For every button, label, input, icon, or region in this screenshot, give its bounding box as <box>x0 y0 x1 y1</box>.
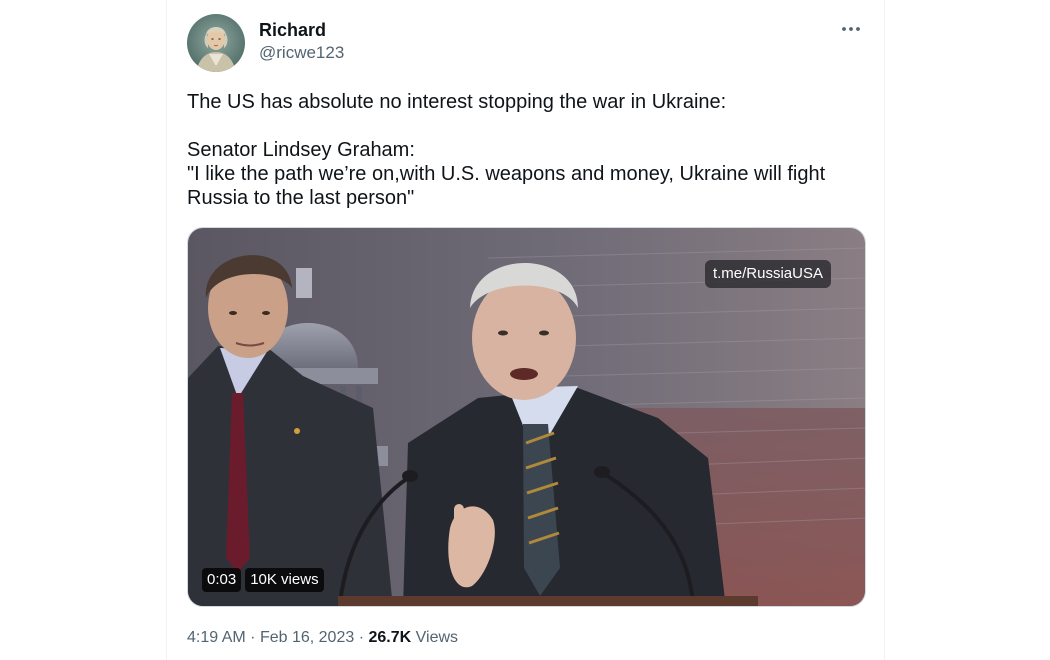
more-options-button[interactable] <box>840 18 862 40</box>
author-display-name[interactable]: Richard <box>259 18 344 42</box>
video-views-badge: 10K views <box>245 568 324 592</box>
video-duration-badge: 0:03 <box>202 568 242 592</box>
tweet-views-label: Views <box>415 629 459 646</box>
tweet-text-line: Senator Lindsey Graham: <box>187 139 415 161</box>
page: Richard @ricwe123 The US has absolute no… <box>0 0 1050 660</box>
author-handle[interactable]: @ricwe123 <box>259 42 344 64</box>
meta-separator: · <box>250 629 256 646</box>
tweet-views-count: 26.7K <box>368 629 412 646</box>
tweet-timestamp[interactable]: 4:19 AM · Feb 16, 2023 <box>187 629 354 646</box>
tweet-metadata: 4:19 AM · Feb 16, 2023 · 26.7K Views <box>187 627 458 649</box>
video-watermark: t.me/RussiaUSA <box>704 260 831 288</box>
video-badges: 0:03 10K views <box>202 568 324 592</box>
tweet-text-line: The US has absolute no interest stopping… <box>187 91 727 113</box>
tweet-text: The US has absolute no interest stopping… <box>187 90 867 210</box>
tweet-text-line: Russia to the last person" <box>187 187 415 209</box>
tweet-text-line: "I like the path we’re on,with U.S. weap… <box>187 163 826 185</box>
tweet-date: Feb 16, 2023 <box>259 629 355 646</box>
meta-separator: · <box>358 629 365 646</box>
author-block: Richard @ricwe123 <box>259 18 344 64</box>
avatar-portrait-image <box>187 14 245 72</box>
tweet-time: 4:19 AM <box>187 629 246 646</box>
video-player[interactable]: t.me/RussiaUSA 0:03 10K views <box>187 227 866 607</box>
tweet-column: Richard @ricwe123 The US has absolute no… <box>166 0 885 660</box>
more-horizontal-icon <box>842 27 860 31</box>
avatar[interactable] <box>187 14 245 72</box>
